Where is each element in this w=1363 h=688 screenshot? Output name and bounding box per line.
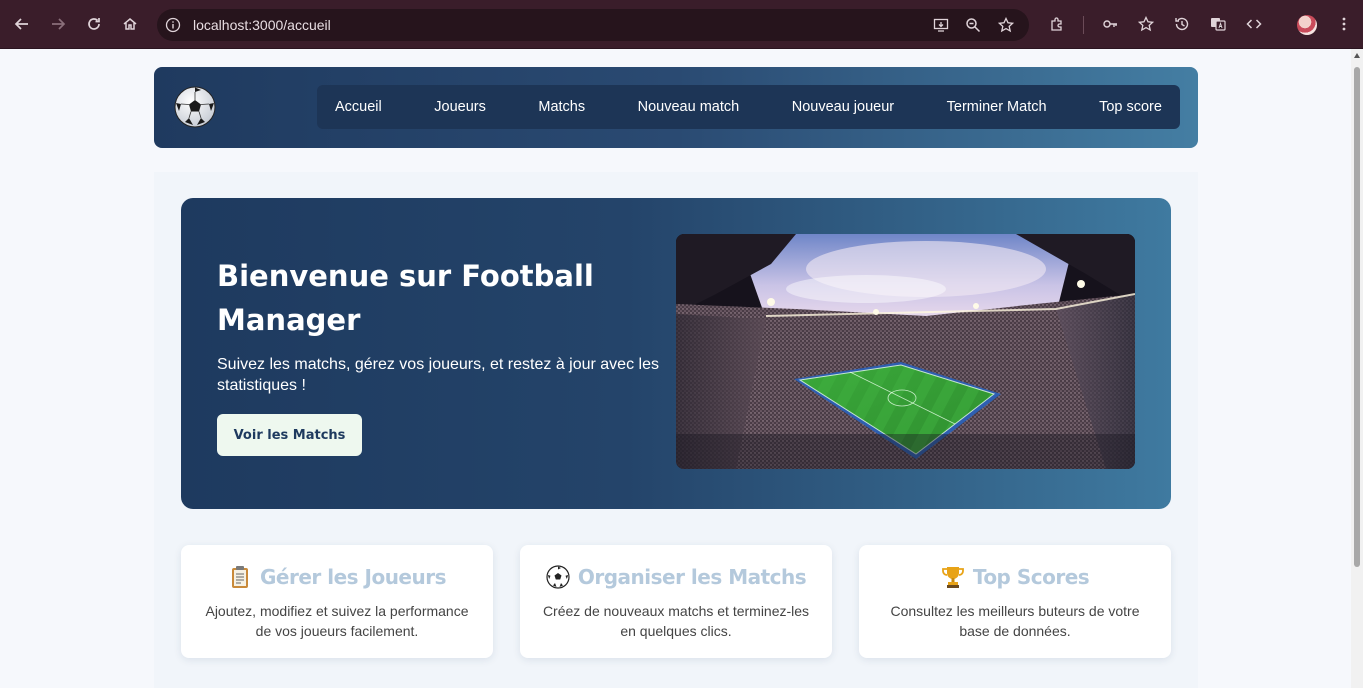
url-text[interactable]: localhost:3000/accueil <box>193 17 331 33</box>
nav-link-terminer-match[interactable]: Terminer Match <box>947 99 1047 115</box>
password-key-icon[interactable] <box>1098 12 1122 36</box>
card-title: Gérer les Joueurs <box>259 565 447 589</box>
nav-link-matchs[interactable]: Matchs <box>538 99 585 115</box>
site-info-icon[interactable] <box>165 17 181 33</box>
forward-icon[interactable] <box>46 12 70 36</box>
scrollbar-thumb[interactable] <box>1354 67 1360 567</box>
devtools-icon[interactable] <box>1242 12 1266 36</box>
browser-toolbar: localhost:3000/accueil <box>0 0 1363 49</box>
history-icon[interactable] <box>1170 12 1194 36</box>
view-matches-button[interactable]: Voir les Matchs <box>217 414 362 456</box>
card-description: Créez de nouveaux matchs et terminez-les… <box>542 603 810 639</box>
zoom-icon[interactable] <box>965 17 981 33</box>
nav-link-top-score[interactable]: Top score <box>1099 99 1162 115</box>
feature-card-matches[interactable]: Organiser les Matchs Créez de nouveaux m… <box>520 545 832 658</box>
soccer-ball-icon <box>546 565 570 589</box>
nav-link-accueil[interactable]: Accueil <box>335 99 382 115</box>
feature-card-players[interactable]: Gérer les Joueurs Ajoutez, modifiez et s… <box>181 545 493 658</box>
card-description: Consultez les meilleurs buteurs de votre… <box>890 603 1140 639</box>
nav-menu: Accueil Joueurs Matchs Nouveau match Nou… <box>317 85 1180 129</box>
card-title: Top Scores <box>972 565 1090 589</box>
trophy-icon <box>941 567 964 588</box>
extensions-icon[interactable] <box>1045 12 1069 36</box>
nav-link-joueurs[interactable]: Joueurs <box>434 99 486 115</box>
site-navbar: Accueil Joueurs Matchs Nouveau match Nou… <box>154 67 1198 148</box>
stadium-photo <box>676 234 1135 469</box>
hero-banner: Bienvenue sur Football Manager Suivez le… <box>181 198 1171 509</box>
card-title: Organiser les Matchs <box>577 565 807 589</box>
main-content: Bienvenue sur Football Manager Suivez le… <box>154 172 1198 688</box>
clipboard-icon <box>231 566 248 588</box>
hero-subtitle: Suivez les matchs, gérez vos joueurs, et… <box>217 356 659 394</box>
address-bar[interactable]: localhost:3000/accueil <box>157 9 1029 41</box>
page-scrollbar[interactable] <box>1351 49 1363 688</box>
profile-avatar[interactable] <box>1297 15 1317 35</box>
reload-icon[interactable] <box>82 12 106 36</box>
nav-link-nouveau-match[interactable]: Nouveau match <box>638 99 740 115</box>
home-icon[interactable] <box>118 12 142 36</box>
back-icon[interactable] <box>10 12 34 36</box>
page-viewport: Accueil Joueurs Matchs Nouveau match Nou… <box>0 49 1351 688</box>
scroll-up-arrow-icon[interactable] <box>1354 53 1360 58</box>
menu-dots-icon[interactable] <box>1332 12 1356 36</box>
soccer-ball-logo[interactable] <box>174 86 216 128</box>
favorites-icon[interactable] <box>1134 12 1158 36</box>
card-description: Ajoutez, modifiez et suivez la performan… <box>205 603 469 639</box>
translate-icon[interactable] <box>1206 12 1230 36</box>
hero-title: Bienvenue sur Football Manager <box>217 259 594 337</box>
feature-card-top-scores[interactable]: Top Scores Consultez les meilleurs buteu… <box>859 545 1171 658</box>
nav-link-nouveau-joueur[interactable]: Nouveau joueur <box>792 99 894 115</box>
toolbar-divider <box>1083 16 1084 34</box>
bookmark-star-icon[interactable] <box>998 17 1014 33</box>
install-icon[interactable] <box>933 17 949 33</box>
